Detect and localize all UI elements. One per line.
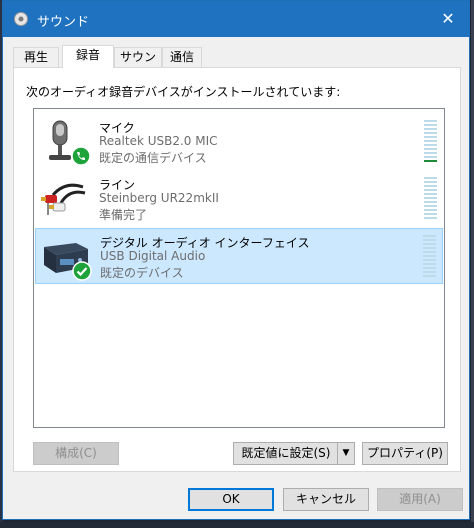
tab-sounds[interactable]: サウンド [114,47,162,83]
device-driver: Steinberg UR22mkII [99,191,219,205]
meter-segment [424,193,437,195]
meter-segment [424,201,437,203]
meter-segment [424,124,437,126]
meter-segment [424,197,437,199]
meter-segment [424,128,437,130]
meter-segment [424,148,437,150]
device-status: 既定のデバイス [100,266,184,280]
meter-segment [424,132,437,134]
meter-segment [424,160,437,162]
meter-segment [424,185,437,187]
meter-segment [423,243,436,245]
chevron-down-icon[interactable]: ▼ [337,443,354,464]
taskbar-edge [0,522,474,528]
level-meter [424,120,437,164]
level-meter [423,235,436,279]
tab-recording[interactable]: 録音 [62,45,114,68]
meter-segment [424,156,437,158]
device-driver: USB Digital Audio [100,249,206,263]
meter-segment [424,120,437,122]
close-button[interactable]: ✕ [435,6,461,32]
level-meter [424,177,437,221]
list-item-digital-audio[interactable]: デジタル オーディオ インターフェイス USB Digital Audio 既定… [35,228,443,284]
check-badge-icon [72,261,92,281]
title-bar[interactable]: サウンド ✕ [3,1,469,37]
panel-caption: 次のオーディオ録音デバイスがインストールされています: [26,85,341,99]
rca-cable-icon [41,183,86,215]
meter-segment [423,267,436,269]
sound-dialog: サウンド ✕ 再生 録音 サウンド 通信 次のオーディオ録音デバイスがインストー… [2,0,470,520]
tab-playback[interactable]: 再生 [13,47,59,67]
meter-segment [424,217,437,219]
meter-segment [424,181,437,183]
properties-button[interactable]: プロパティ(P) [362,442,448,465]
meter-segment [424,152,437,154]
meter-segment [423,275,436,277]
tab-strip: 再生 録音 サウンド 通信 [13,45,463,83]
device-status: 準備完了 [99,208,148,222]
speaker-icon [14,12,28,26]
meter-segment [424,136,437,138]
meter-segment [424,213,437,215]
meter-segment [424,140,437,142]
set-default-label: 既定値に設定(S) [241,446,331,460]
recording-panel: 次のオーディオ録音デバイスがインストールされています: マイク Realtek … [13,67,461,472]
list-item-mic[interactable]: マイク Realtek USB2.0 MIC 既定の通信デバイス [35,114,443,170]
meter-segment [423,271,436,273]
meter-segment [424,189,437,191]
meter-segment [423,239,436,241]
cancel-button[interactable]: キャンセル [283,488,369,511]
device-driver: Realtek USB2.0 MIC [99,134,218,148]
phone-badge-icon [71,146,91,166]
meter-segment [424,209,437,211]
meter-segment [423,259,436,261]
apply-button[interactable]: 適用(A) [377,488,463,511]
meter-segment [424,177,437,179]
ok-button[interactable]: OK [188,488,274,511]
meter-segment [423,251,436,253]
meter-segment [423,263,436,265]
list-item-line[interactable]: ライン Steinberg UR22mkII 準備完了 [35,171,443,227]
tab-communications[interactable]: 通信 [162,47,202,67]
meter-segment [424,144,437,146]
meter-segment [423,255,436,257]
meter-segment [423,235,436,237]
set-default-button[interactable]: 既定値に設定(S) ▼ [233,442,355,465]
window-title: サウンド [37,15,90,30]
device-list[interactable]: マイク Realtek USB2.0 MIC 既定の通信デバイス ライン Ste… [33,108,445,428]
configure-button[interactable]: 構成(C) [33,442,119,465]
meter-segment [424,205,437,207]
device-status: 既定の通信デバイス [99,151,207,165]
meter-segment [423,247,436,249]
